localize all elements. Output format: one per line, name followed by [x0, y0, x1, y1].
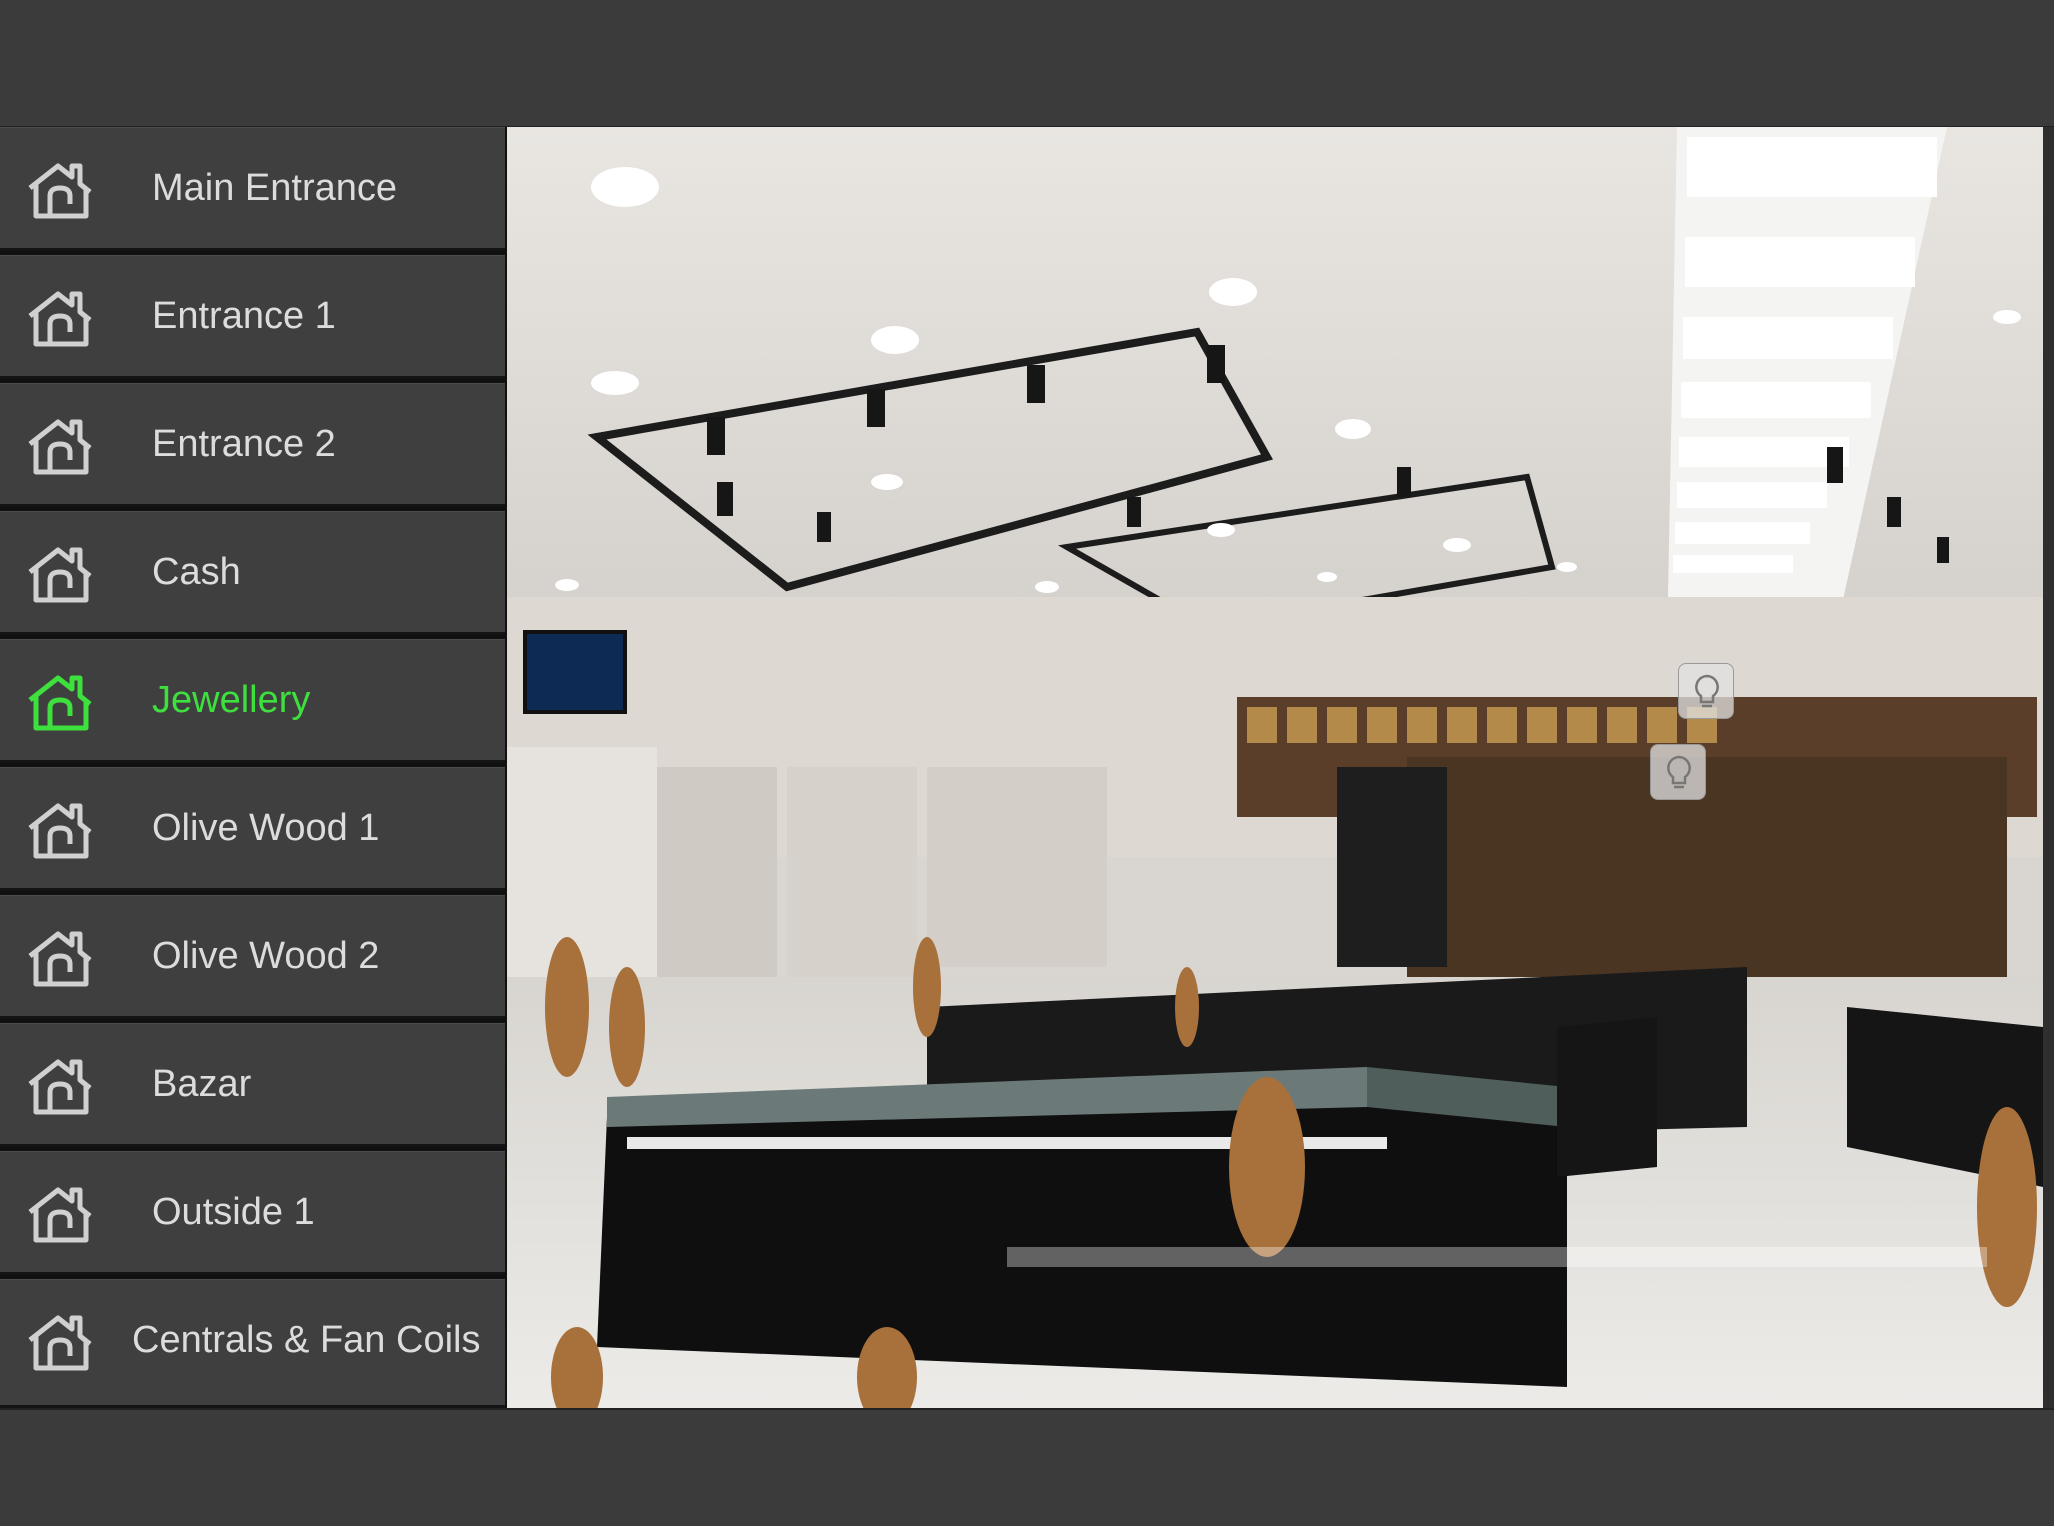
store-interior-photo — [507, 127, 2043, 1408]
house-icon — [28, 419, 92, 475]
room-label: Outside 1 — [152, 1191, 315, 1233]
house-icon — [28, 1187, 92, 1243]
house-icon — [28, 931, 92, 987]
room-item-entrance-2[interactable]: Entrance 2 — [0, 383, 505, 507]
house-icon — [28, 803, 92, 859]
light-bulb-icon — [1695, 674, 1719, 708]
light-toggle-button-1[interactable] — [1678, 663, 1734, 719]
light-bulb-icon — [1667, 755, 1691, 789]
app-window: Main Entrance Entrance 1 Entrance 2 Cash… — [0, 0, 2054, 1526]
room-item-olive-wood-2[interactable]: Olive Wood 2 — [0, 895, 505, 1019]
room-sidebar: Main Entrance Entrance 1 Entrance 2 Cash… — [0, 127, 507, 1408]
bottom-bar — [0, 1408, 2054, 1526]
room-label: Jewellery — [152, 679, 311, 721]
room-label: Olive Wood 2 — [152, 935, 380, 977]
house-icon — [28, 291, 92, 347]
house-icon — [28, 675, 92, 731]
room-label: Main Entrance — [152, 167, 398, 209]
room-item-jewellery[interactable]: Jewellery — [0, 639, 505, 763]
light-toggle-button-2[interactable] — [1650, 744, 1706, 800]
room-item-outside-1[interactable]: Outside 1 — [0, 1151, 505, 1275]
room-item-cash[interactable]: Cash — [0, 511, 505, 635]
room-item-olive-wood-1[interactable]: Olive Wood 1 — [0, 767, 505, 891]
house-icon — [28, 1059, 92, 1115]
room-label: Olive Wood 1 — [152, 807, 380, 849]
room-label: Cash — [152, 551, 241, 593]
room-item-bazar[interactable]: Bazar — [0, 1023, 505, 1147]
top-bar — [0, 0, 2054, 128]
house-icon — [28, 547, 92, 603]
room-label: Entrance 1 — [152, 295, 336, 337]
room-item-entrance-1[interactable]: Entrance 1 — [0, 255, 505, 379]
room-label: Centrals & Fan Coils — [132, 1319, 481, 1361]
room-label: Bazar — [152, 1063, 252, 1105]
room-item-centrals-fan-coils[interactable]: Centrals & Fan Coils — [0, 1279, 505, 1408]
room-item-main-entrance[interactable]: Main Entrance — [0, 127, 505, 251]
house-icon — [28, 1315, 92, 1371]
house-icon — [28, 163, 92, 219]
room-photo-view — [507, 127, 2043, 1408]
room-label: Entrance 2 — [152, 423, 336, 465]
right-border — [2043, 127, 2054, 1408]
